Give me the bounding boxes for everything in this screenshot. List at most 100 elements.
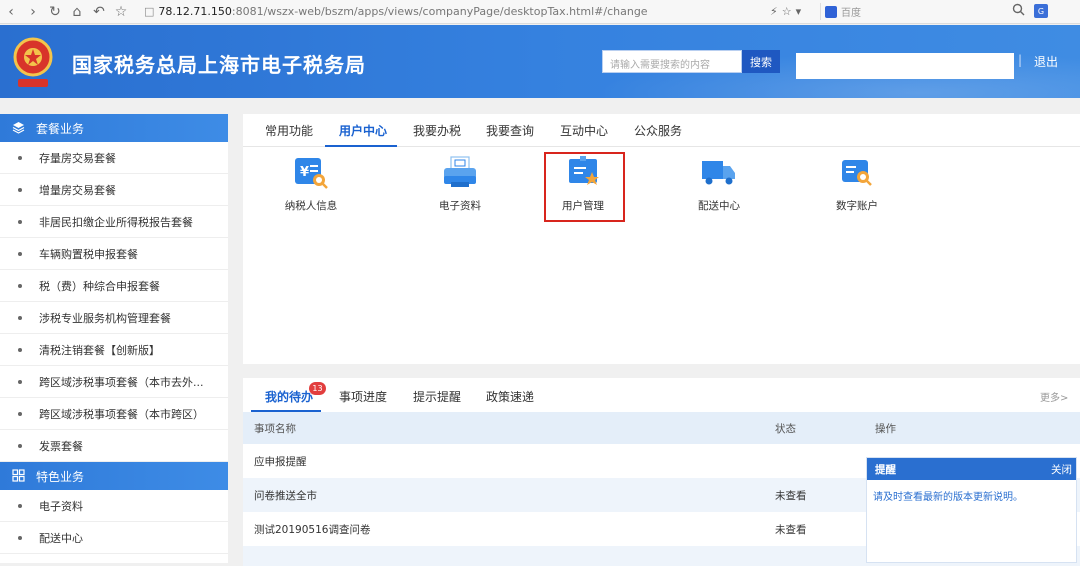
- function-taxpayer-info[interactable]: ¥ 纳税人信息: [269, 156, 353, 226]
- todo-count-badge: 13: [309, 382, 326, 395]
- sidebar-item[interactable]: 配送中心: [0, 522, 228, 554]
- sidebar: 套餐业务 存量房交易套餐 增量房交易套餐 非居民扣缴企业所得税报告套餐 车辆购置…: [0, 114, 228, 563]
- tab-common[interactable]: 常用功能: [265, 122, 313, 139]
- undo-icon[interactable]: ↶: [88, 1, 110, 23]
- logout-link[interactable]: 退出: [1034, 53, 1058, 70]
- todo-tabs: 我的待办 13 事项进度 提示提醒 政策速递 更多>: [243, 378, 1080, 412]
- digital-account-icon: [842, 160, 872, 186]
- function-label: 数字账户: [836, 200, 878, 212]
- page-icon: □: [144, 5, 155, 18]
- tab-policy[interactable]: 政策速递: [486, 388, 534, 405]
- tab-query[interactable]: 我要查询: [486, 122, 534, 139]
- sidebar-item[interactable]: 非居民扣缴企业所得税报告套餐: [0, 206, 228, 238]
- function-digital-account[interactable]: 数字账户: [815, 156, 899, 226]
- active-tab-indicator: [325, 145, 397, 147]
- sidebar-section-special[interactable]: 特色业务: [0, 462, 228, 490]
- tab-interaction[interactable]: 互动中心: [560, 122, 608, 139]
- forward-icon[interactable]: ›: [22, 1, 44, 23]
- header-separator: |: [1018, 53, 1023, 67]
- bullet-icon: [18, 219, 22, 224]
- column-header-name: 事项名称: [254, 422, 296, 435]
- grid-icon: [12, 469, 26, 483]
- lightning-icon[interactable]: ⚡: [770, 5, 778, 18]
- site-title: 国家税务总局上海市电子税务局: [72, 53, 366, 77]
- tab-user-center[interactable]: 用户中心: [339, 122, 387, 139]
- tab-progress[interactable]: 事项进度: [339, 388, 387, 405]
- sidebar-item[interactable]: 增量房交易套餐: [0, 174, 228, 206]
- dropdown-icon[interactable]: ▾: [796, 5, 802, 18]
- row-status: 未查看: [775, 489, 807, 502]
- site-search-button[interactable]: 搜索: [742, 50, 780, 73]
- url-path: :8081/wszx-web/bszm/apps/views/companyPa…: [231, 5, 648, 18]
- sidebar-section-package[interactable]: 套餐业务: [0, 114, 228, 142]
- delivery-truck-icon: [702, 161, 735, 185]
- column-header-action: 操作: [875, 422, 896, 435]
- sidebar-item[interactable]: 跨区域涉税事项套餐（本市去外...: [0, 366, 228, 398]
- back-icon[interactable]: ‹: [0, 1, 22, 23]
- refresh-icon[interactable]: ↻: [44, 1, 66, 23]
- sidebar-item-label: 税（费）种综合申报套餐: [39, 279, 160, 293]
- sidebar-item-label: 清税注销套餐【创新版】: [39, 343, 160, 357]
- column-header-status: 状态: [775, 422, 796, 435]
- browser-search-box[interactable]: 百度: [820, 3, 1034, 20]
- bookmark-icon[interactable]: ☆: [782, 5, 792, 18]
- bullet-icon: [18, 347, 22, 352]
- table-header: 事项名称 状态 操作: [243, 412, 1080, 444]
- browser-toolbar: ‹ › ↻ ⌂ ↶ ☆ □ 78.12.71.150:8081/wszx-web…: [0, 0, 1080, 24]
- user-info-redacted: [796, 53, 1014, 79]
- svg-text:¥: ¥: [300, 165, 309, 180]
- search-icon[interactable]: [1012, 3, 1026, 20]
- url-host: 78.12.71.150: [158, 5, 232, 18]
- address-bar[interactable]: □ 78.12.71.150:8081/wszx-web/bszm/apps/v…: [144, 2, 760, 21]
- tab-my-todo[interactable]: 我的待办: [265, 388, 313, 405]
- bullet-icon: [18, 251, 22, 256]
- sidebar-item-label: 车辆购置税申报套餐: [39, 247, 138, 261]
- popup-close-button[interactable]: 关闭: [1051, 462, 1072, 477]
- tab-reminders[interactable]: 提示提醒: [413, 388, 461, 405]
- sidebar-item-label: 发票套餐: [39, 439, 83, 453]
- browser-search-placeholder: 百度: [841, 8, 861, 19]
- function-panel: 常用功能 用户中心 我要办税 我要查询 互动中心 公众服务 ¥ 纳税人信息 电子…: [243, 114, 1080, 364]
- sidebar-section-title: 套餐业务: [36, 121, 85, 136]
- bullet-icon: [18, 187, 22, 192]
- sidebar-item[interactable]: 跨区域涉税事项套餐（本市跨区）: [0, 398, 228, 430]
- star-icon[interactable]: ☆: [110, 1, 132, 23]
- main-tabs: 常用功能 用户中心 我要办税 我要查询 互动中心 公众服务: [243, 114, 1080, 147]
- sidebar-item[interactable]: 发票套餐: [0, 430, 228, 462]
- row-name: 测试20190516调查问卷: [254, 523, 371, 536]
- tab-public-service[interactable]: 公众服务: [634, 122, 682, 139]
- row-status: 未查看: [775, 523, 807, 536]
- row-name: 应申报提醒: [254, 455, 307, 468]
- sidebar-item-label: 配送中心: [39, 531, 83, 545]
- function-delivery-center[interactable]: 配送中心: [677, 156, 761, 226]
- function-label: 纳税人信息: [284, 200, 338, 212]
- bullet-icon: [18, 155, 22, 160]
- function-e-documents[interactable]: 电子资料: [418, 156, 502, 226]
- bullet-icon: [18, 411, 22, 416]
- bullet-icon: [18, 443, 22, 448]
- tax-emblem-icon: [13, 37, 53, 87]
- popup-header: 提醒 关闭: [867, 458, 1076, 480]
- sidebar-item[interactable]: 电子资料: [0, 490, 228, 522]
- layers-icon: [12, 121, 26, 135]
- sidebar-item[interactable]: 清税注销套餐【创新版】: [0, 334, 228, 366]
- bullet-icon: [18, 535, 22, 540]
- popup-message[interactable]: 请及时查看最新的版本更新说明。: [867, 480, 1076, 511]
- site-search-input[interactable]: 请输入需要搜索的内容: [602, 50, 742, 73]
- site-header: 国家税务总局上海市电子税务局 请输入需要搜索的内容 搜索 | 退出: [0, 25, 1080, 98]
- bullet-icon: [18, 503, 22, 508]
- translate-icon[interactable]: G: [1034, 4, 1048, 18]
- home-icon[interactable]: ⌂: [66, 1, 88, 23]
- sidebar-item[interactable]: 车辆购置税申报套餐: [0, 238, 228, 270]
- sidebar-item[interactable]: 税（费）种综合申报套餐: [0, 270, 228, 302]
- sidebar-item-label: 跨区域涉税事项套餐（本市跨区）: [39, 407, 204, 421]
- tab-tax-handling[interactable]: 我要办税: [413, 122, 461, 139]
- sidebar-item-label: 电子资料: [39, 499, 83, 513]
- bullet-icon: [18, 379, 22, 384]
- sidebar-item[interactable]: 涉税专业服务机构管理套餐: [0, 302, 228, 334]
- more-link[interactable]: 更多>: [1040, 389, 1068, 404]
- sidebar-item[interactable]: 存量房交易套餐: [0, 142, 228, 174]
- search-engine-logo-icon: [825, 5, 837, 18]
- sidebar-item-label: 跨区域涉税事项套餐（本市去外...: [39, 375, 204, 389]
- sidebar-section-title: 特色业务: [36, 469, 85, 484]
